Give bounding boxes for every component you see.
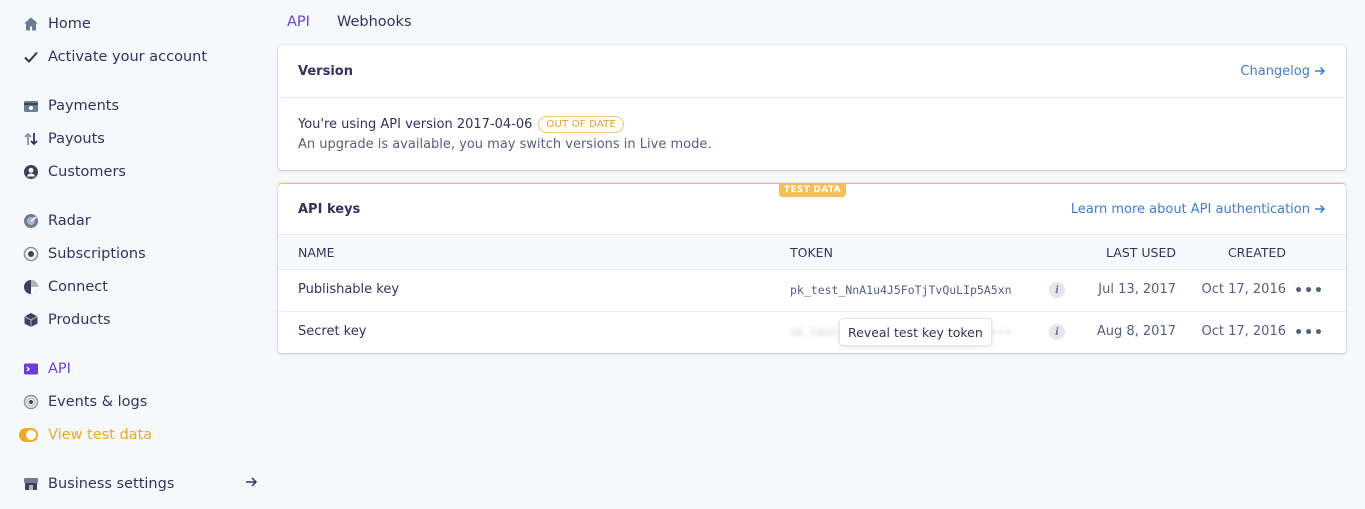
table-row: Publishable key pk_test_NnA1u4J5FoTjTvQu… [278,270,1346,312]
sidebar-item-payments[interactable]: Payments [22,95,119,117]
more-options-icon[interactable]: ••• [1294,325,1324,341]
arrow-right-icon [1315,204,1326,214]
created-date: Oct 17, 2016 [1201,324,1287,339]
sidebar-item-events[interactable]: Events & logs [22,391,147,413]
more-options-icon[interactable]: ••• [1294,283,1324,299]
sidebar-item-business-settings[interactable]: Business settings [22,473,258,495]
terminal-icon [22,360,40,378]
toggle-switch-icon[interactable] [19,426,40,444]
checkmark-icon [22,48,40,66]
sidebar-item-customers[interactable]: Customers [22,161,126,183]
sidebar: Home Activate your account Payments Payo… [0,0,270,509]
sidebar-item-connect[interactable]: Connect [22,276,108,298]
sidebar-item-label: Home [48,16,91,32]
sidebar-item-label: Payments [48,98,120,114]
sidebar-item-label: Business settings [48,476,175,492]
test-data-badge: TEST DATA [779,183,846,197]
home-icon [22,15,40,33]
sidebar-item-label: Radar [48,213,91,229]
reveal-key-button[interactable]: Reveal test key token [839,318,992,346]
sidebar-item-products[interactable]: Products [22,309,111,331]
sidebar-item-view-test-data[interactable]: View test data [19,424,153,446]
column-header-name: NAME [298,245,335,260]
version-message: You're using API version 2017-04-06 [298,116,533,132]
api-keys-title: API keys [298,201,361,217]
sidebar-item-label: View test data [48,427,153,443]
column-header-created: CREATED [1227,245,1286,260]
key-token[interactable]: pk_test_NnA1u4J5FoTjTvQuLIp5A5xn [790,283,1012,297]
radar-icon [22,212,40,230]
last-used-date: Jul 13, 2017 [1098,282,1176,297]
sidebar-item-label: Connect [48,279,108,295]
sidebar-item-label: Events & logs [48,394,148,410]
key-name: Publishable key [298,282,400,297]
sidebar-item-payouts[interactable]: Payouts [22,128,105,150]
events-icon [22,393,40,411]
version-body: You're using API version 2017-04-06 OUT … [278,98,1346,168]
sidebar-item-label: Products [48,312,111,328]
arrow-right-icon [1315,66,1326,76]
table-row: Secret key sk_test_•••••••••••••••••••••… [278,312,1346,354]
version-card-title: Version [298,63,353,79]
payouts-icon [22,130,40,148]
sidebar-item-subscriptions[interactable]: Subscriptions [22,243,146,265]
changelog-link[interactable]: Changelog [1240,64,1326,79]
version-subtext: An upgrade is available, you may switch … [298,137,712,152]
sidebar-item-activate[interactable]: Activate your account [22,46,207,68]
sidebar-item-label: Customers [48,164,126,180]
storefront-icon [22,475,40,493]
last-used-date: Aug 8, 2017 [1096,324,1176,339]
payments-icon [22,97,40,115]
subscriptions-icon [22,245,40,263]
sidebar-item-label: API [48,361,71,377]
sidebar-item-home[interactable]: Home [22,13,91,35]
connect-icon [22,278,40,296]
status-badge: OUT OF DATE [538,115,624,133]
info-icon[interactable]: i [1049,324,1065,340]
sidebar-item-radar[interactable]: Radar [22,210,91,232]
sidebar-item-api[interactable]: API [22,358,71,380]
version-card-header: Version Changelog [278,45,1346,98]
learn-more-link[interactable]: Learn more about API authentication [1071,202,1326,217]
key-name: Secret key [298,324,367,339]
sidebar-item-label: Activate your account [48,49,208,65]
products-icon [22,311,40,329]
tab-webhooks[interactable]: Webhooks [337,14,412,30]
arrow-right-icon [244,475,258,489]
table-header: NAME TOKEN LAST USED CREATED [278,235,1346,270]
tab-api[interactable]: API [287,14,310,30]
info-icon[interactable]: i [1049,282,1065,298]
api-keys-card: TEST DATA API keys Learn more about API … [278,183,1346,353]
learn-more-link-label: Learn more about API authentication [1070,201,1310,217]
column-header-token: TOKEN [790,245,833,260]
changelog-link-label: Changelog [1240,63,1310,79]
version-card: Version Changelog You're using API versi… [278,45,1346,170]
customers-icon [22,163,40,181]
sidebar-item-label: Subscriptions [48,246,146,262]
column-header-last-used: LAST USED [1106,245,1176,260]
created-date: Oct 17, 2016 [1201,282,1287,297]
sidebar-item-label: Payouts [48,131,105,147]
